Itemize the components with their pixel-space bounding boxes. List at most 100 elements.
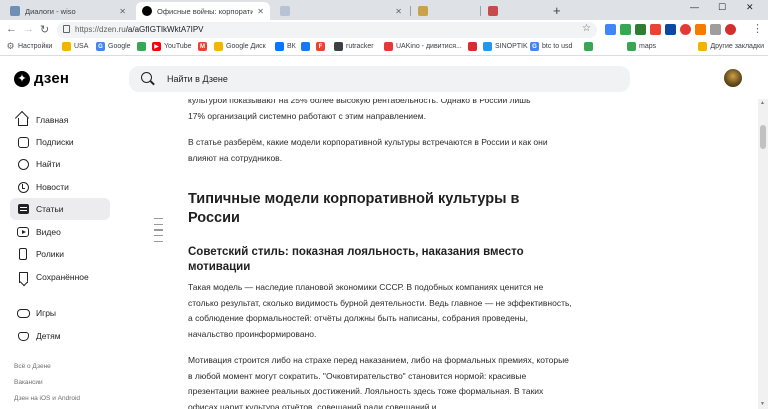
- forward-arrow-icon[interactable]: →: [23, 23, 34, 35]
- site-favicon-icon: [488, 6, 498, 16]
- bookmark-item[interactable]: maps: [627, 42, 656, 51]
- user-avatar[interactable]: [724, 69, 742, 87]
- sidebar-item-games[interactable]: Игры: [10, 302, 110, 324]
- drive-icon: [214, 42, 223, 51]
- article-paragraph: Такая модель — наследие плановой экономи…: [188, 282, 572, 339]
- reload-icon[interactable]: ↻: [40, 23, 49, 36]
- bookmark-item[interactable]: [584, 42, 596, 51]
- sidebar-item-saved[interactable]: Сохранённое: [10, 266, 110, 288]
- search-icon: [141, 72, 152, 83]
- subsection-heading: Советский стиль: показная лояльность, на…: [188, 246, 524, 273]
- bookmark-item[interactable]: ВК: [275, 42, 296, 51]
- article-body: культурой показывают на 25% более высоку…: [188, 99, 573, 409]
- sidebar-item-subscriptions[interactable]: Подписки: [10, 131, 110, 153]
- new-tab-button[interactable]: +: [553, 3, 561, 18]
- footer-link-apps[interactable]: Дзен на iOS и Android: [14, 395, 80, 402]
- bookmark-item[interactable]: F: [316, 42, 328, 51]
- search-placeholder: Найти в Дзене: [167, 74, 228, 84]
- scrollbar-thumb[interactable]: [760, 125, 766, 149]
- bookmark-item[interactable]: [137, 42, 149, 51]
- scroll-up-icon[interactable]: ▲: [760, 100, 765, 106]
- bookmark-item[interactable]: [301, 42, 313, 51]
- bookmark-item[interactable]: USA: [62, 42, 88, 51]
- find-icon: [17, 158, 29, 170]
- footer-link-about[interactable]: Всё о Дзене: [14, 363, 51, 370]
- sidebar-item-home[interactable]: Главная: [10, 109, 110, 131]
- google-icon: G: [96, 42, 105, 51]
- browser-tab-active[interactable]: Офисные войны: корпоративн ✕: [136, 2, 270, 20]
- sidebar-item-articles[interactable]: Статьи: [10, 198, 110, 220]
- extension-icon[interactable]: [635, 24, 646, 35]
- toc-dash: [154, 229, 163, 231]
- extension-icon[interactable]: [605, 24, 616, 35]
- extension-icon[interactable]: [680, 24, 691, 35]
- other-bookmarks[interactable]: Другие закладки: [698, 42, 764, 51]
- tab-close-icon[interactable]: ✕: [119, 7, 126, 16]
- back-arrow-icon[interactable]: ←: [6, 23, 17, 35]
- rutracker-icon: [334, 42, 343, 51]
- table-of-contents-toggle[interactable]: [154, 218, 163, 246]
- search-input[interactable]: Найти в Дзене: [129, 66, 630, 92]
- extension-icon[interactable]: [710, 24, 721, 35]
- maps-icon: [137, 42, 146, 51]
- extension-icon[interactable]: [650, 24, 661, 35]
- bookmark-item[interactable]: [468, 42, 480, 51]
- bookmark-star-icon[interactable]: ☆: [582, 23, 591, 34]
- browser-tab[interactable]: [412, 2, 478, 20]
- extension-icon[interactable]: [620, 24, 631, 35]
- scroll-down-icon[interactable]: ▼: [760, 401, 765, 407]
- tab-close-icon[interactable]: ✕: [257, 7, 264, 16]
- sidebar-item-kids[interactable]: Детям: [10, 325, 110, 347]
- toc-dash: [154, 240, 163, 242]
- dzen-header: ✦ дзен Найти в Дзене: [0, 57, 768, 99]
- maps-icon: [627, 42, 636, 51]
- section-heading: Типичные модели корпоративной культуры в…: [188, 191, 520, 226]
- address-bar[interactable]: https://dzen.ru/a/aGfIGTIkWktA7IPV ☆: [57, 22, 597, 38]
- bookmark-item[interactable]: rutracker: [334, 42, 374, 51]
- bookmark-item[interactable]: Google Диск: [214, 42, 266, 51]
- news-icon: [17, 181, 29, 193]
- toc-dash: [154, 223, 163, 225]
- subscriptions-icon: [17, 136, 29, 148]
- toc-dash: [154, 218, 163, 220]
- lock-icon: [63, 25, 70, 33]
- browser-menu-icon[interactable]: ⋮: [752, 22, 763, 35]
- page-scrollbar[interactable]: ▲ ▼: [758, 99, 768, 409]
- sidebar-item-video[interactable]: Видео: [10, 221, 110, 243]
- dzen-favicon-icon: [142, 6, 152, 16]
- bookmark-item[interactable]: G Google: [96, 42, 131, 51]
- bookmark-item[interactable]: ⚙ Настройки: [6, 41, 52, 51]
- google-icon: G: [530, 42, 539, 51]
- browser-tab[interactable]: Диалоги - wiso ✕: [4, 2, 132, 20]
- uakino-icon: [384, 42, 393, 51]
- browser-tab[interactable]: [482, 2, 548, 20]
- gamepad-icon: [16, 308, 30, 318]
- url-host: https://dzen.ru: [75, 25, 126, 34]
- maximize-window-button[interactable]: ☐: [718, 2, 726, 13]
- vk-icon: [275, 42, 284, 51]
- tab-close-icon[interactable]: ✕: [395, 7, 402, 16]
- sidebar-item-shorts[interactable]: Ролики: [10, 243, 110, 265]
- bookmark-item[interactable]: Gbtc to usd: [530, 42, 572, 51]
- folder-icon: [62, 42, 71, 51]
- sidebar-item-news[interactable]: Новости: [10, 176, 110, 198]
- extension-icon[interactable]: [665, 24, 676, 35]
- footer-link-jobs[interactable]: Вакансии: [14, 379, 43, 386]
- bookmark-item[interactable]: UAKino - дивитися...: [384, 42, 462, 51]
- extension-icon[interactable]: [695, 24, 706, 35]
- sidebar-item-find[interactable]: Найти: [10, 153, 110, 175]
- bookmarks-bar: ⚙ Настройки USA G Google ▶ YouTube M Google…: [0, 40, 768, 56]
- dzen-logo[interactable]: ✦ дзен: [14, 70, 69, 87]
- bookmark-item[interactable]: ▶ YouTube: [152, 42, 192, 51]
- sidebar: Главная Подписки Найти Новости Статьи Ви…: [0, 99, 118, 409]
- bookmark-icon: [18, 271, 28, 283]
- bookmark-item[interactable]: M: [198, 42, 210, 51]
- article-paragraph: 17% организаций системно работают с этим…: [188, 111, 426, 121]
- profile-avatar-icon[interactable]: [725, 24, 736, 35]
- browser-tab[interactable]: ✕: [274, 2, 408, 20]
- bookmark-item[interactable]: SINOPTIK: [483, 42, 528, 51]
- minimize-window-button[interactable]: —: [690, 2, 699, 12]
- shorts-icon: [19, 248, 27, 260]
- close-window-button[interactable]: ✕: [746, 2, 754, 13]
- green-icon: [584, 42, 593, 51]
